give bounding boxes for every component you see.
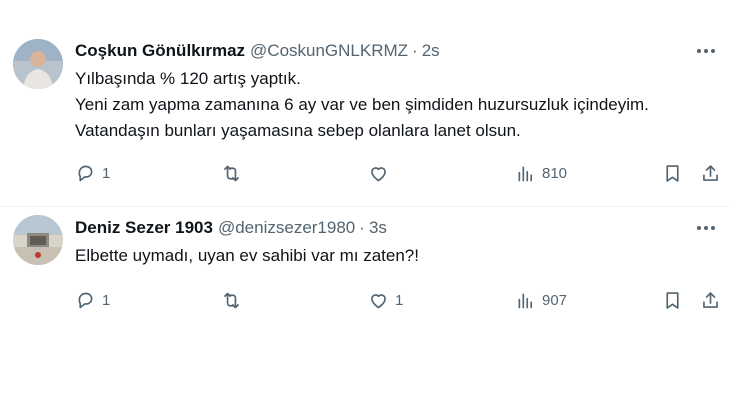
reply-button[interactable]: 1 (75, 288, 110, 312)
bar-chart-icon (518, 166, 533, 181)
bar-chart-icon (518, 293, 533, 308)
share-button[interactable] (700, 161, 721, 185)
separator-dot: · (359, 218, 365, 237)
like-button[interactable]: 1 (368, 288, 403, 312)
tweet-2[interactable]: Deniz Sezer 1903 @denizsezer1980 · 3s El… (0, 207, 730, 327)
retweet-button[interactable] (221, 288, 248, 312)
retweet-arrows-icon (224, 165, 239, 181)
author-handle[interactable]: @CoskunGNLKRMZ (250, 41, 408, 61)
speech-bubble-icon (78, 292, 93, 308)
tweet-text: Elbette uymadı, uyan ev sahibi var mı za… (75, 243, 715, 269)
views-count: 810 (542, 164, 568, 182)
bookmark-button[interactable] (662, 288, 683, 312)
tweet-line: Vatandaşın bunları yaşamasına sebep olan… (75, 121, 521, 140)
timestamp[interactable]: 3s (369, 218, 387, 238)
author-name[interactable]: Deniz Sezer 1903 (75, 218, 213, 238)
tweet-line: Yılbaşında % 120 artış yaptık. (75, 69, 301, 88)
bookmark-button[interactable] (662, 161, 683, 185)
share-upload-icon (703, 291, 718, 308)
reply-count: 1 (102, 291, 111, 309)
tweet-header: Coşkun Gönülkırmaz @CoskunGNLKRMZ · 2s (75, 40, 440, 62)
timestamp[interactable]: 2s (422, 41, 440, 61)
heart-icon (371, 293, 386, 308)
action-bar: 1 810 (0, 161, 730, 185)
action-bar: 1 1 907 (0, 288, 730, 312)
tweet-header: Deniz Sezer 1903 @denizsezer1980 · 3s (75, 217, 387, 239)
views-button[interactable]: 907 (515, 288, 567, 312)
retweet-button[interactable] (221, 161, 248, 185)
heart-icon (371, 166, 386, 181)
reply-count: 1 (102, 164, 111, 182)
author-name[interactable]: Coşkun Gönülkırmaz (75, 41, 245, 61)
author-handle[interactable]: @denizsezer1980 (218, 218, 355, 238)
tweet-1[interactable]: Coşkun Gönülkırmaz @CoskunGNLKRMZ · 2s Y… (0, 0, 730, 207)
avatar[interactable] (13, 215, 63, 265)
tweet-line: Yeni zam yapma zamanına 6 ay var ve ben … (75, 95, 649, 114)
reply-button[interactable]: 1 (75, 161, 110, 185)
tweet-text: Yılbaşında % 120 artış yaptık. Yeni zam … (75, 66, 715, 144)
separator-dot: · (412, 41, 418, 60)
avatar-photo (13, 39, 63, 89)
share-upload-icon (703, 164, 718, 181)
retweet-arrows-icon (224, 292, 239, 308)
avatar[interactable] (13, 39, 63, 89)
avatar-photo (13, 215, 63, 265)
speech-bubble-icon (78, 165, 93, 181)
share-button[interactable] (700, 288, 721, 312)
tweet-line: Elbette uymadı, uyan ev sahibi var mı za… (75, 246, 419, 265)
views-button[interactable]: 810 (515, 161, 567, 185)
views-count: 907 (542, 291, 568, 309)
like-count: 1 (395, 291, 404, 309)
bookmark-icon (666, 164, 679, 182)
bookmark-icon (666, 291, 679, 309)
more-dots-icon[interactable] (694, 216, 718, 240)
like-button[interactable] (368, 161, 395, 185)
more-dots-icon[interactable] (694, 39, 718, 63)
